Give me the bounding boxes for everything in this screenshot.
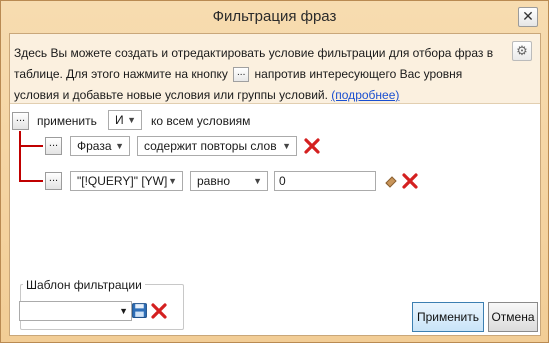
filter-dialog: Фильтрация фраз ✕ Здесь Вы можете создат… xyxy=(0,0,549,343)
condition-1-operator-select[interactable]: содержит повторы слов ▼ xyxy=(137,136,297,156)
save-icon[interactable] xyxy=(131,302,148,319)
group-operator-value: И xyxy=(115,113,124,127)
window-title: Фильтрация фраз xyxy=(212,8,337,25)
filter-template-select[interactable]: ▼ xyxy=(19,301,132,321)
group-operator-select[interactable]: И ▼ xyxy=(108,110,142,130)
tree-line-branch-1 xyxy=(19,145,43,147)
delete-condition-1-icon[interactable] xyxy=(304,138,320,154)
cancel-button[interactable]: Отмена xyxy=(488,302,538,332)
close-icon: ✕ xyxy=(522,8,534,24)
condition-2-menu-button[interactable]: ... xyxy=(45,172,62,190)
tree-line-vertical xyxy=(19,131,21,182)
condition-1-menu-button[interactable]: ... xyxy=(45,137,62,155)
condition-2-value-input[interactable]: 0 xyxy=(274,171,376,191)
info-panel: Здесь Вы можете создать и отредактироват… xyxy=(10,34,540,104)
tree-line-branch-2 xyxy=(19,180,43,182)
chevron-down-icon: ▼ xyxy=(119,306,128,316)
delete-condition-2-icon[interactable] xyxy=(402,173,418,189)
chevron-down-icon: ▼ xyxy=(115,141,124,151)
gear-icon: ⚙ xyxy=(516,43,528,58)
apply-button[interactable]: Применить xyxy=(412,302,484,332)
apply-label: применить xyxy=(37,114,97,128)
inline-dots-sample: ... xyxy=(233,67,250,83)
filter-template-value xyxy=(20,304,24,318)
condition-1-operator-value: содержит повторы слов xyxy=(144,139,277,153)
condition-1-field-value: Фраза xyxy=(77,139,112,153)
filter-template-legend: Шаблон фильтрации xyxy=(23,278,145,292)
eraser-icon[interactable] xyxy=(383,172,399,188)
chevron-down-icon: ▼ xyxy=(253,176,262,186)
settings-button[interactable]: ⚙ xyxy=(512,41,532,61)
chevron-down-icon: ▼ xyxy=(127,115,136,125)
condition-1-field-select[interactable]: Фраза ▼ xyxy=(70,136,130,156)
delete-template-icon[interactable] xyxy=(151,303,167,319)
dialog-body: Здесь Вы можете создать и отредактироват… xyxy=(9,33,541,336)
condition-2-field-value: "[!QUERY]" [YW] xyxy=(77,174,168,188)
more-info-link[interactable]: (подробнее) xyxy=(331,88,399,102)
chevron-down-icon: ▼ xyxy=(168,176,177,186)
root-group-menu-button[interactable]: ... xyxy=(12,112,29,130)
chevron-down-icon: ▼ xyxy=(282,141,291,151)
all-conditions-label: ко всем условиям xyxy=(151,114,251,128)
close-button[interactable]: ✕ xyxy=(518,7,538,27)
condition-2-field-select[interactable]: "[!QUERY]" [YW] ▼ xyxy=(70,171,183,191)
condition-2-operator-value: равно xyxy=(197,174,231,188)
condition-2-operator-select[interactable]: равно ▼ xyxy=(190,171,268,191)
